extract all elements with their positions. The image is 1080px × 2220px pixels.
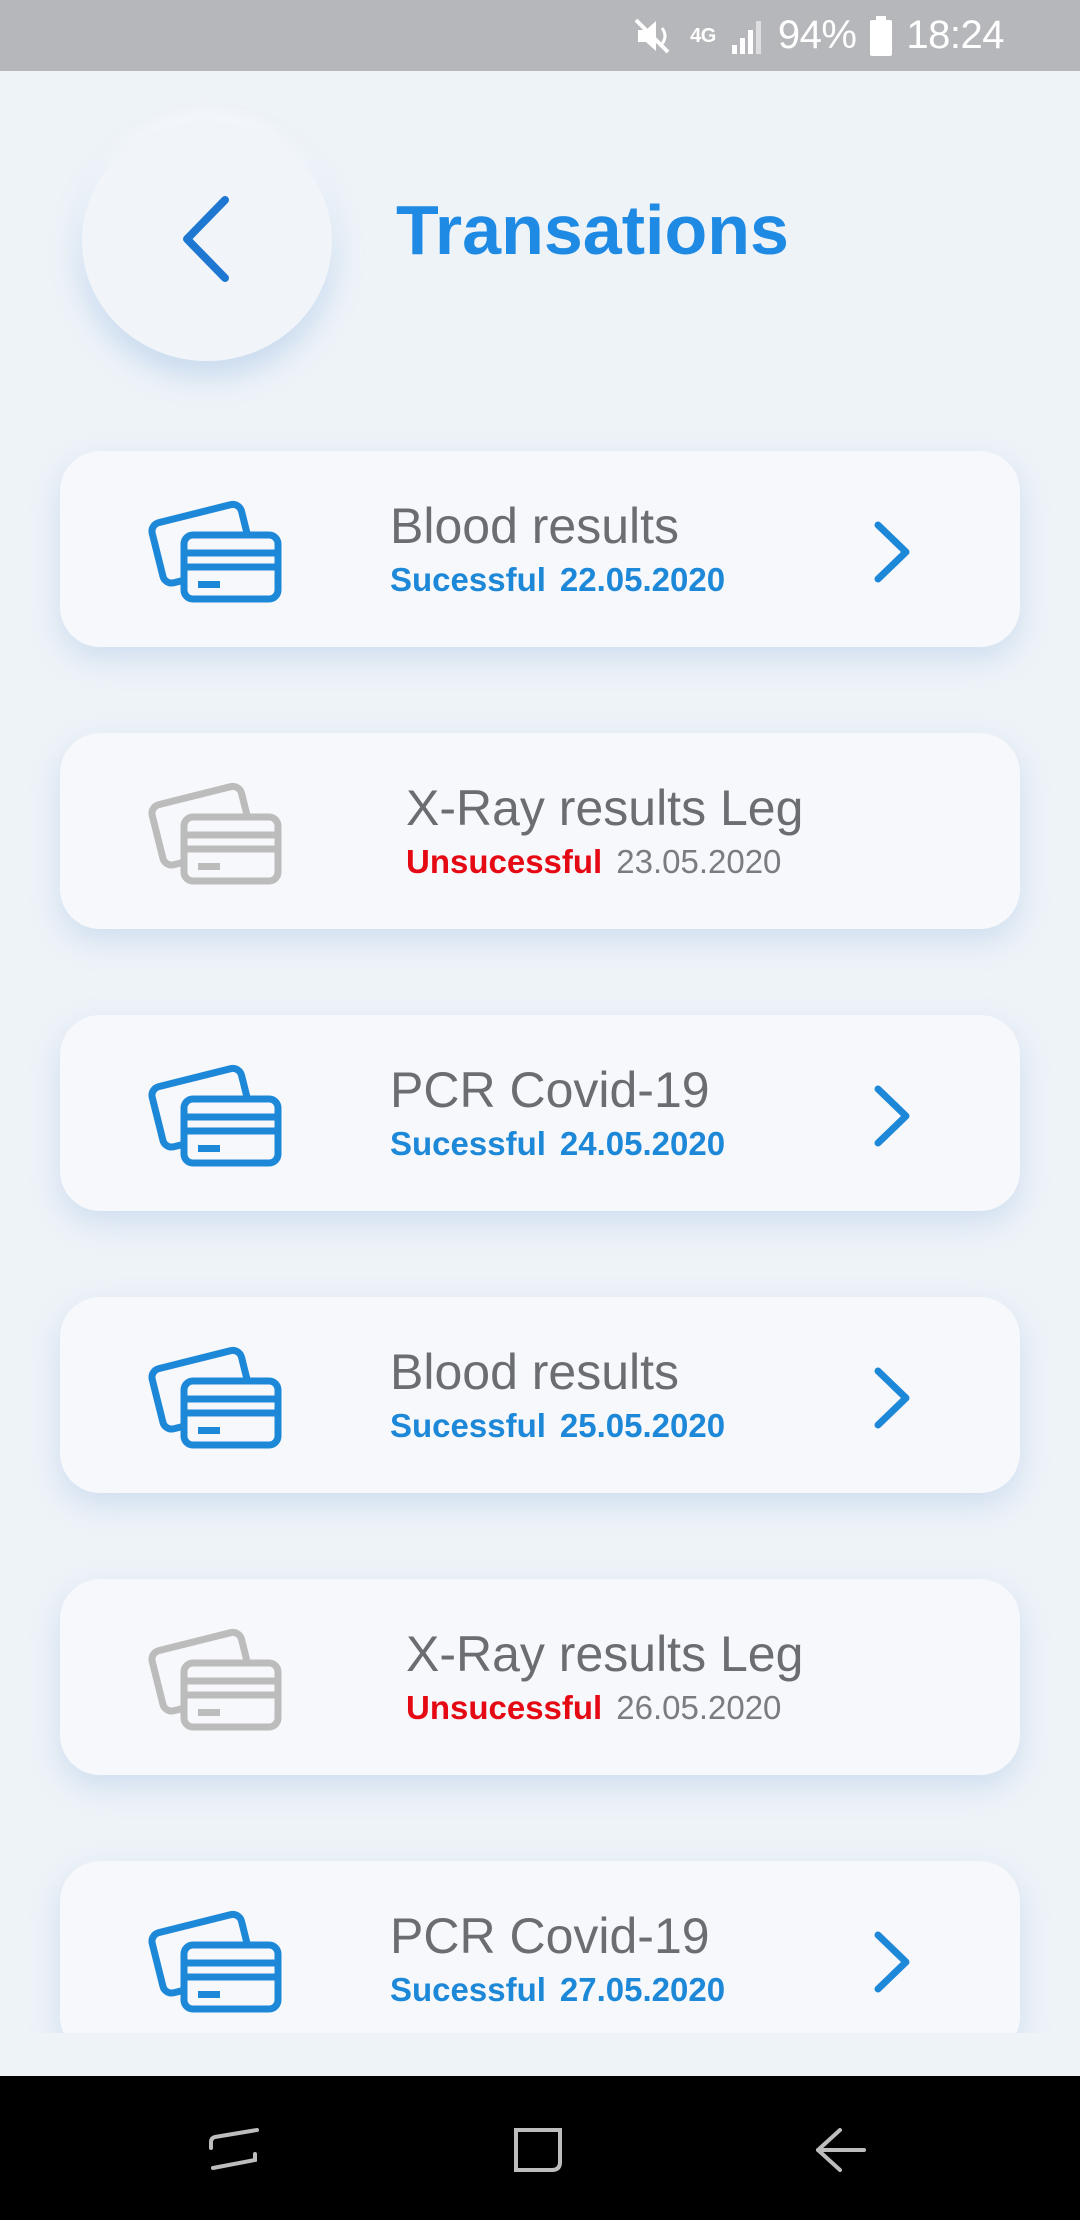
transaction-status: Sucessful bbox=[390, 1125, 546, 1162]
chevron-right-icon[interactable] bbox=[872, 1085, 912, 1147]
transaction-info: X-Ray results Leg Unsucessful 23.05.2020 bbox=[406, 783, 803, 878]
credit-card-icon bbox=[146, 1339, 284, 1451]
transaction-date: 25.05.2020 bbox=[559, 1407, 726, 1444]
signal-icon bbox=[730, 17, 764, 55]
credit-card-icon bbox=[146, 1621, 284, 1733]
transaction-info: PCR Covid-19 Sucessful 27.05.2020 bbox=[390, 1911, 725, 2006]
transaction-title: Blood results bbox=[390, 498, 680, 554]
home-button[interactable] bbox=[510, 2120, 570, 2180]
network-4g-icon: 4G bbox=[690, 24, 716, 47]
transaction-meta: Sucessful 25.05.2020 bbox=[390, 1409, 725, 1442]
transaction-info: Blood results Sucessful 22.05.2020 bbox=[390, 501, 725, 596]
transaction-info: PCR Covid-19 Sucessful 24.05.2020 bbox=[390, 1065, 725, 1160]
transaction-status: Unsucessful bbox=[406, 1689, 603, 1726]
status-icons: 4G 94% 18:24 bbox=[632, 0, 1004, 71]
transaction-title: PCR Covid-19 bbox=[390, 1062, 710, 1118]
home-icon bbox=[510, 2128, 570, 2184]
chevron-left-icon bbox=[177, 194, 237, 289]
credit-card-icon bbox=[146, 775, 284, 887]
transaction-title: Blood results bbox=[390, 1344, 680, 1400]
transaction-card[interactable]: Blood results Sucessful 25.05.2020 bbox=[60, 1297, 1020, 1493]
status-bar: 4G 94% 18:24 bbox=[0, 0, 1080, 71]
transaction-status: Sucessful bbox=[390, 1971, 546, 2008]
page-title: Transations bbox=[396, 191, 789, 269]
transaction-date: 24.05.2020 bbox=[559, 1125, 726, 1162]
battery-icon bbox=[870, 15, 893, 56]
recent-apps-icon bbox=[205, 2128, 265, 2184]
recent-apps-button[interactable] bbox=[205, 2120, 265, 2180]
navigation-bar bbox=[0, 2076, 1080, 2220]
transaction-card[interactable]: PCR Covid-19 Sucessful 24.05.2020 bbox=[60, 1015, 1020, 1211]
transaction-info: Blood results Sucessful 25.05.2020 bbox=[390, 1347, 725, 1442]
transaction-title: X-Ray results Leg bbox=[406, 1626, 804, 1682]
transactions-screen: Transations Blood results Sucessful 22.05.… bbox=[0, 71, 1080, 2033]
transaction-card[interactable]: PCR Covid-19 Sucessful 27.05.2020 bbox=[60, 1861, 1020, 2033]
transaction-meta: Sucessful 22.05.2020 bbox=[390, 563, 725, 596]
transaction-meta: Sucessful 24.05.2020 bbox=[390, 1127, 725, 1160]
chevron-right-icon[interactable] bbox=[872, 1931, 912, 1993]
credit-card-icon bbox=[146, 1057, 284, 1169]
transaction-card[interactable]: X-Ray results Leg Unsucessful 26.05.2020 bbox=[60, 1579, 1020, 1775]
back-button[interactable] bbox=[82, 121, 332, 361]
transaction-info: X-Ray results Leg Unsucessful 26.05.2020 bbox=[406, 1629, 803, 1724]
transaction-title: X-Ray results Leg bbox=[406, 780, 804, 836]
transaction-card[interactable]: X-Ray results Leg Unsucessful 23.05.2020 bbox=[60, 733, 1020, 929]
system-back-button[interactable] bbox=[810, 2120, 870, 2180]
battery-percentage: 94% bbox=[777, 13, 857, 57]
clock: 18:24 bbox=[906, 13, 1004, 57]
chevron-right-icon[interactable] bbox=[872, 1367, 912, 1429]
transaction-meta: Unsucessful 23.05.2020 bbox=[406, 845, 803, 878]
transaction-status: Sucessful bbox=[390, 561, 546, 598]
transaction-date: 23.05.2020 bbox=[616, 843, 782, 880]
chevron-right-icon[interactable] bbox=[872, 521, 912, 583]
back-icon bbox=[810, 2128, 870, 2184]
transaction-meta: Unsucessful 26.05.2020 bbox=[406, 1691, 803, 1724]
transaction-title: PCR Covid-19 bbox=[390, 1908, 710, 1964]
transaction-status: Unsucessful bbox=[406, 843, 603, 880]
transaction-list: Blood results Sucessful 22.05.2020 X-Ray re… bbox=[60, 451, 1020, 2033]
transaction-meta: Sucessful 27.05.2020 bbox=[390, 1973, 725, 2006]
credit-card-icon bbox=[146, 1903, 284, 2015]
transaction-date: 27.05.2020 bbox=[559, 1971, 726, 2008]
transaction-date: 26.05.2020 bbox=[616, 1689, 782, 1726]
transaction-status: Sucessful bbox=[390, 1407, 546, 1444]
mute-icon bbox=[632, 16, 676, 56]
transaction-card[interactable]: Blood results Sucessful 22.05.2020 bbox=[60, 451, 1020, 647]
transaction-date: 22.05.2020 bbox=[559, 561, 726, 598]
credit-card-icon bbox=[146, 493, 284, 605]
